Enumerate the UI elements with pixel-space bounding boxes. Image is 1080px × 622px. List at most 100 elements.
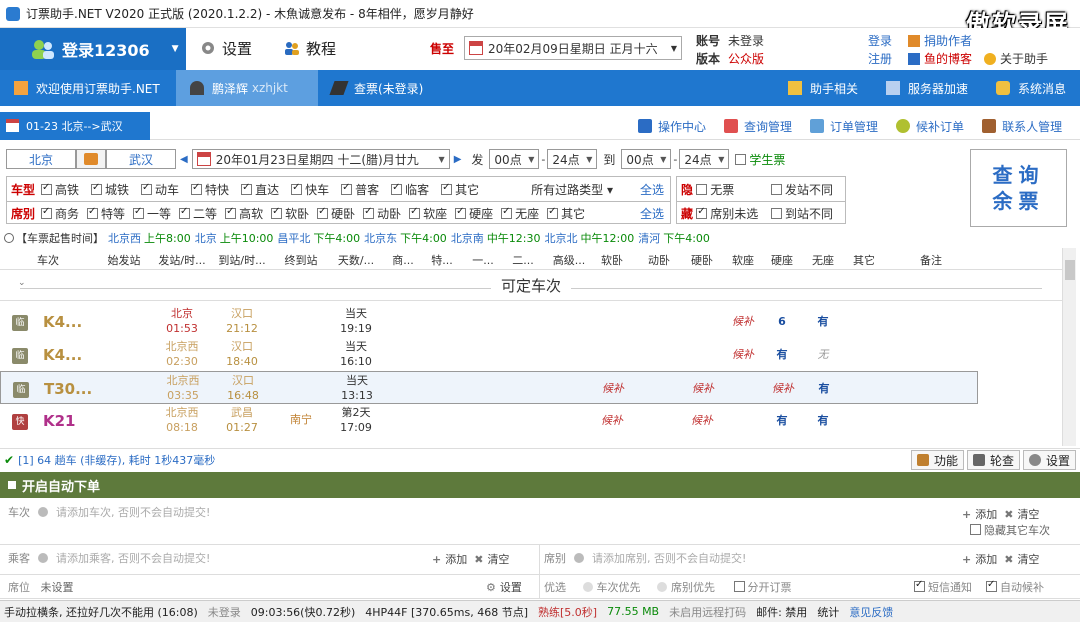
- add-passenger-button[interactable]: + 添加: [432, 553, 467, 566]
- column-header[interactable]: 终到站: [275, 252, 327, 268]
- train-code[interactable]: K21: [43, 412, 76, 430]
- clear-seat-button[interactable]: ✖ 清空: [1004, 553, 1039, 566]
- select-all-seats-link[interactable]: 全选: [640, 205, 664, 222]
- from-station-input[interactable]: 北京: [6, 149, 76, 169]
- presale-date-select[interactable]: 20年02月09日星期日 正月十六 ▼: [464, 36, 682, 60]
- hide-other-trains-checkbox[interactable]: 隐藏其它车次: [970, 522, 1050, 538]
- column-header[interactable]: 无座: [806, 252, 840, 268]
- seat-soft-seat[interactable]: 候补: [726, 348, 760, 362]
- blog-link[interactable]: 鱼的博客: [908, 50, 972, 68]
- next-date-arrow-icon[interactable]: ▶: [454, 154, 462, 165]
- train-type-checkbox[interactable]: 临客: [391, 181, 429, 198]
- tool-operation-center[interactable]: 操作中心: [638, 112, 706, 140]
- seat-no-seat[interactable]: 无: [806, 348, 840, 362]
- arrive-end-select[interactable]: 24点 ▼: [679, 149, 730, 169]
- column-header[interactable]: 硬卧: [685, 252, 719, 268]
- auto-waitlist-checkbox[interactable]: 自动候补: [986, 579, 1044, 594]
- pref-train-first-radio[interactable]: 车次优先: [577, 581, 641, 594]
- auto-order-bar[interactable]: 开启自动下单: [0, 472, 1080, 498]
- seat-type-checkbox[interactable]: 一等: [133, 205, 171, 222]
- seat-soft-sleeper[interactable]: 候补: [599, 382, 627, 396]
- column-header[interactable]: 商...: [385, 252, 421, 268]
- grid-scrollbar[interactable]: [1062, 248, 1076, 446]
- add-seat-button[interactable]: + 添加: [962, 553, 997, 566]
- login-link[interactable]: 登录: [868, 32, 892, 50]
- to-station-input[interactable]: 武汉: [106, 149, 176, 169]
- train-placeholder[interactable]: 请添加车次, 否则不会自动提交!: [56, 506, 210, 519]
- train-type-checkbox[interactable]: 直达: [241, 181, 279, 198]
- seatpos-settings-button[interactable]: ⚙ 设置: [486, 579, 522, 595]
- student-ticket-checkbox[interactable]: 学生票: [735, 151, 785, 168]
- add-train-button[interactable]: + 添加: [962, 508, 997, 521]
- table-row[interactable]: 临 K4... 北京西 02:30 汉口 18:40 当天 16:10 候补有无: [0, 338, 978, 371]
- seat-hard-seat[interactable]: 6: [765, 315, 799, 329]
- train-type-checkbox[interactable]: 高铁: [41, 181, 79, 198]
- table-row[interactable]: 临 T30... 北京西 03:35 汉口 16:48 当天 13:13 候补 候补 候补有: [0, 371, 978, 404]
- seat-soft-sleeper[interactable]: 候补: [598, 414, 626, 428]
- column-header[interactable]: 发站/时...: [153, 252, 211, 268]
- pref-seat-first-radio[interactable]: 席别优先: [651, 581, 715, 594]
- column-header[interactable]: 备注: [900, 252, 962, 268]
- travel-date-select[interactable]: 20年01月23日星期四 十二(腊)月廿九 ▼: [191, 149, 450, 169]
- seat-type-checkbox[interactable]: 软座: [409, 205, 447, 222]
- seat-placeholder[interactable]: 请添加席别, 否则不会自动提交!: [592, 552, 746, 565]
- train-type-checkbox[interactable]: 普客: [341, 181, 379, 198]
- seat-type-checkbox[interactable]: 其它: [547, 205, 585, 222]
- scroll-thumb[interactable]: [1065, 260, 1075, 280]
- seat-no-seat[interactable]: 有: [807, 382, 841, 396]
- hide-no-ticket-checkbox[interactable]: 无票: [696, 181, 759, 198]
- seat-type-checkbox[interactable]: 二等: [179, 205, 217, 222]
- tool-query-manage[interactable]: 查询管理: [724, 112, 792, 140]
- depart-end-select[interactable]: 24点 ▼: [547, 149, 598, 169]
- column-header[interactable]: 一...: [464, 252, 502, 268]
- passenger-placeholder[interactable]: 请添加乘客, 否则不会自动提交!: [56, 552, 210, 565]
- tab-welcome[interactable]: 欢迎使用订票助手.NET: [0, 70, 176, 106]
- tool-order-manage[interactable]: 订单管理: [810, 112, 878, 140]
- train-code[interactable]: K4...: [43, 313, 82, 331]
- nav-helper[interactable]: 助手相关: [774, 70, 872, 106]
- seatpos-value[interactable]: 未设置: [41, 581, 74, 594]
- train-code[interactable]: T30...: [44, 380, 92, 398]
- about-link[interactable]: 关于助手: [984, 50, 1048, 68]
- train-type-checkbox[interactable]: 城铁: [91, 181, 129, 198]
- table-row[interactable]: 快 K21 北京西 08:18 武昌 01:27 南宁 第2天 17:09 候补 候补 有有: [0, 404, 978, 437]
- tool-waitlist-order[interactable]: 候补订单: [896, 112, 964, 140]
- table-row[interactable]: 临 K4... 北京 01:53 汉口 21:12 当天 19:19 候补 6 有: [0, 305, 978, 338]
- column-header[interactable]: 动卧: [642, 252, 676, 268]
- column-header[interactable]: 高级...: [545, 252, 593, 268]
- hide-unselected-seat-checkbox[interactable]: 席别未选: [696, 205, 759, 222]
- login-button[interactable]: 登录12306 ▼: [0, 28, 186, 70]
- register-link[interactable]: 注册: [868, 50, 892, 68]
- settings-button-2[interactable]: 设置: [1022, 450, 1076, 470]
- tool-contacts[interactable]: 联系人管理: [982, 112, 1062, 140]
- nav-server-speedup[interactable]: 服务器加速: [872, 70, 982, 106]
- seat-hard-seat[interactable]: 有: [765, 348, 799, 362]
- prev-date-arrow-icon[interactable]: ◀: [180, 154, 188, 165]
- status-item[interactable]: 邮件: 禁用: [756, 604, 807, 620]
- seat-hard-seat[interactable]: 候补: [766, 382, 800, 396]
- seat-type-checkbox[interactable]: 无座: [501, 205, 539, 222]
- tab-query[interactable]: 查票(未登录): [318, 70, 437, 106]
- seat-type-checkbox[interactable]: 软卧: [271, 205, 309, 222]
- seat-hard-sleeper[interactable]: 候补: [686, 382, 720, 396]
- poll-query-button[interactable]: 轮查: [966, 450, 1020, 470]
- seat-hard-seat[interactable]: 有: [765, 414, 799, 428]
- split-order-checkbox[interactable]: 分开订票: [726, 581, 792, 594]
- column-header[interactable]: 特...: [424, 252, 460, 268]
- train-type-checkbox[interactable]: 动车: [141, 181, 179, 198]
- chevron-down-icon[interactable]: ⌄: [8, 278, 36, 288]
- seat-type-checkbox[interactable]: 高软: [225, 205, 263, 222]
- route-tab[interactable]: 01-23 北京-->武汉: [0, 112, 150, 140]
- arrive-start-select[interactable]: 00点 ▼: [621, 149, 672, 169]
- tutorial-button[interactable]: 教程: [284, 38, 336, 59]
- clear-train-button[interactable]: ✖ 清空: [1004, 508, 1039, 521]
- column-header[interactable]: 始发站: [95, 252, 153, 268]
- hide-diff-depart-checkbox[interactable]: 发站不同: [770, 181, 833, 198]
- tab-user[interactable]: 鹏泽辉 xzhjkt: [176, 70, 318, 106]
- column-header[interactable]: 软卧: [598, 252, 626, 268]
- function-button[interactable]: 功能: [910, 450, 964, 470]
- depart-start-select[interactable]: 00点 ▼: [489, 149, 540, 169]
- clear-passenger-button[interactable]: ✖ 清空: [474, 553, 509, 566]
- train-type-checkbox[interactable]: 其它: [441, 181, 479, 198]
- column-header[interactable]: 硬座: [765, 252, 799, 268]
